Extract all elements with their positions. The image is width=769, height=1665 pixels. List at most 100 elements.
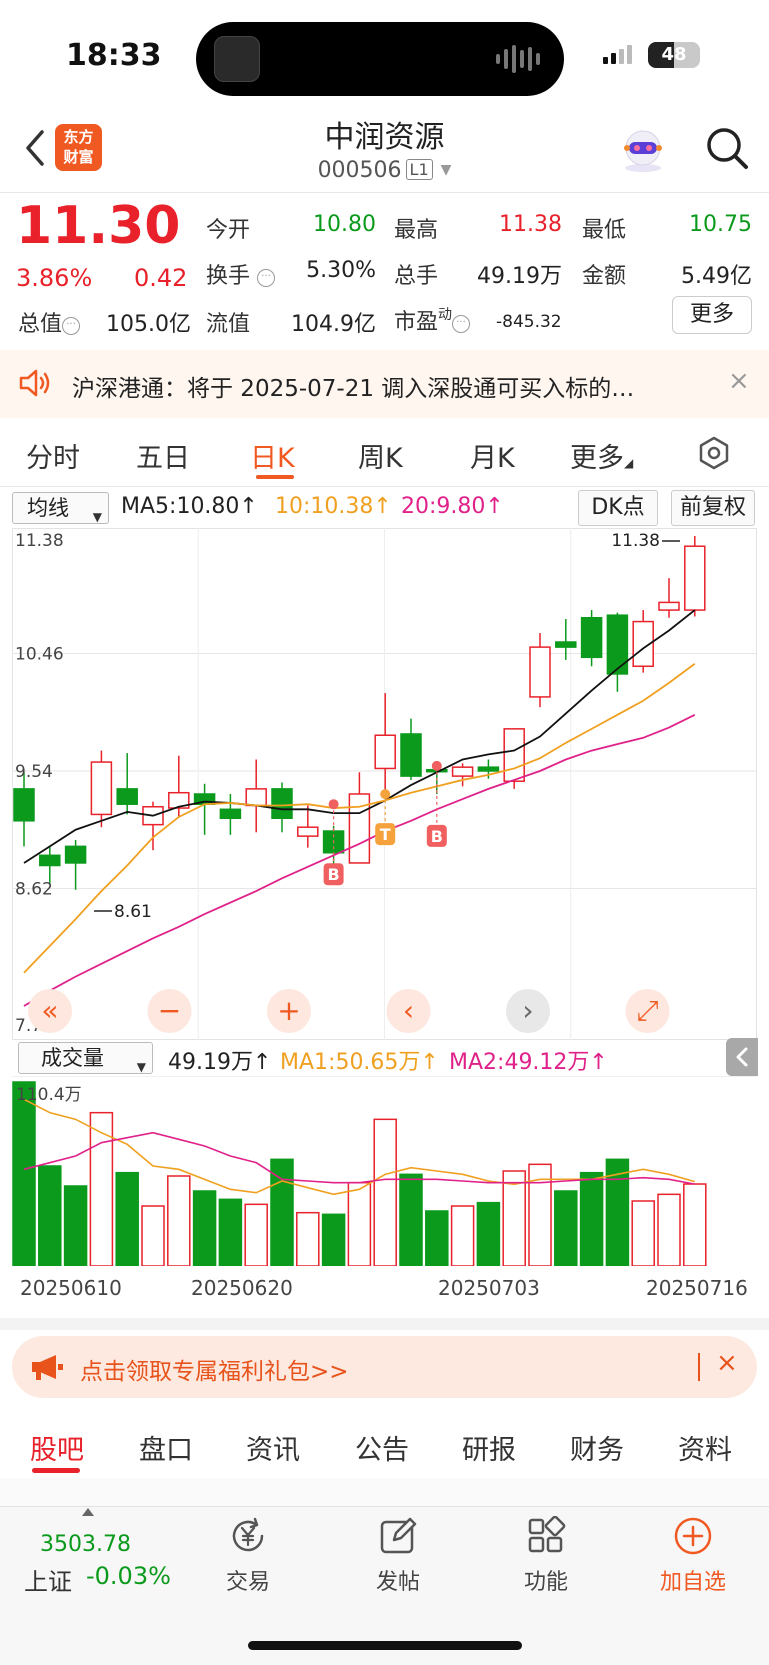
nav-add-watchlist[interactable]: 加自选 (638, 1516, 748, 1596)
media-thumbnail (214, 36, 260, 82)
candle (297, 826, 319, 837)
candle (684, 545, 706, 611)
content-peek (0, 1478, 769, 1506)
collapse-panel-button[interactable] (726, 1038, 758, 1076)
volume-bar (115, 1171, 139, 1266)
info-icon[interactable]: ··· (257, 269, 276, 287)
close-icon[interactable]: × (728, 366, 750, 396)
rewind-icon-glyph: « (41, 994, 58, 1027)
high-value: 11.38 (499, 212, 562, 237)
amount-label: 金额 (582, 264, 627, 289)
add-circle-icon (674, 1517, 712, 1555)
notice-text: 沪深港通：将于 2025-07-21 调入深股通可买入标的… (72, 376, 635, 402)
high-marker-label: 11.38 (611, 531, 660, 551)
tab-order-book[interactable]: 盘口 (139, 1428, 193, 1467)
ma5-label: MA5:10.80↑ (121, 494, 258, 519)
candle (529, 646, 551, 698)
high-label: 最高 (394, 218, 439, 243)
volume-chart[interactable]: 110.4万 (12, 1076, 757, 1266)
dk-point-button[interactable]: DK点 (578, 490, 658, 526)
low-marker-label: 8.61 (114, 902, 152, 922)
tab-weekly-k[interactable]: 周K (358, 436, 403, 475)
nav-trade[interactable]: 交易 (193, 1516, 303, 1596)
info-icon[interactable]: ··· (62, 317, 81, 335)
volume-ma1: MA1:50.65万↑ (280, 1050, 439, 1075)
nav-functions[interactable]: 功能 (491, 1516, 601, 1596)
signal-dot (431, 760, 442, 771)
volume-bar (192, 1190, 217, 1266)
candle (13, 788, 35, 822)
volume-bar (579, 1171, 604, 1266)
dynamic-island (196, 22, 564, 96)
info-icon[interactable]: ··· (452, 315, 471, 333)
date-label: 20250620 (191, 1276, 293, 1300)
index-name[interactable]: 上证 (24, 1562, 72, 1597)
candle (555, 641, 577, 648)
volume-current: 49.19万↑ (168, 1050, 272, 1075)
candle (219, 808, 242, 820)
more-quote-button[interactable]: 更多 (672, 296, 752, 334)
change-amount: 0.42 (134, 264, 188, 292)
next-icon-glyph: › (522, 994, 533, 1027)
notice-banner[interactable]: 沪深港通：将于 2025-07-21 调入深股通可买入标的… × (0, 350, 769, 418)
close-icon[interactable]: × (716, 1348, 738, 1378)
change-percent: 3.86% (16, 264, 93, 292)
tab-announcements[interactable]: 公告 (355, 1428, 409, 1467)
volume-value: 49.19万 (477, 264, 562, 289)
tab-intraday[interactable]: 分时 (26, 436, 80, 475)
volume-label: 总手 (394, 264, 439, 289)
search-icon[interactable] (705, 126, 749, 170)
amount-value: 5.49亿 (681, 264, 752, 289)
active-tab-indicator (256, 475, 294, 479)
adjustment-button[interactable]: 前复权 (671, 490, 755, 526)
edit-icon (380, 1517, 417, 1554)
candlestick-chart[interactable]: BTB 11.3810.469.548.627.7011.388.61 «−+‹… (12, 528, 757, 1040)
tab-news[interactable]: 资讯 (246, 1428, 300, 1467)
price-axis-label: 11.38 (15, 531, 64, 551)
indicator-select[interactable]: 均线 ▼ (12, 492, 109, 524)
nav-post[interactable]: 发帖 (343, 1516, 453, 1596)
date-label: 20250610 (20, 1276, 122, 1300)
signal-label: T (380, 825, 391, 844)
audio-wave-icon (496, 44, 542, 74)
volume-bar (167, 1175, 191, 1266)
volume-bar (373, 1118, 397, 1266)
ma10-label: 10:10.38↑ (275, 494, 392, 519)
fullscreen-icon-glyph: ⤢ (636, 994, 658, 1027)
open-label: 今开 (206, 218, 251, 243)
home-indicator (248, 1641, 522, 1650)
candle (477, 766, 500, 772)
candle (245, 788, 267, 807)
gear-icon[interactable] (697, 436, 731, 470)
signal-label: B (327, 865, 339, 884)
volume-indicator-select[interactable]: 成交量 ▼ (18, 1042, 153, 1074)
open-value: 10.80 (313, 212, 376, 237)
volume-bar (476, 1201, 501, 1266)
turnover-label: 换手 ··· (206, 258, 276, 290)
divider (0, 192, 769, 193)
tab-daily-k[interactable]: 日K (250, 436, 295, 475)
promo-banner[interactable]: 点击领取专属福利礼包>> × (12, 1336, 757, 1398)
volume-bar (270, 1158, 294, 1266)
volume-bar (502, 1170, 526, 1266)
tab-profile[interactable]: 资料 (678, 1428, 732, 1467)
index-value[interactable]: 3503.78 (40, 1532, 131, 1557)
caret-up-icon[interactable] (82, 1508, 94, 1516)
candle (90, 761, 113, 816)
tab-more[interactable]: 更多◢ (570, 436, 633, 475)
zoom-in-icon-glyph: + (277, 994, 300, 1027)
prev-icon-glyph: ‹ (403, 994, 414, 1027)
status-bar: 18:33 48 (0, 0, 769, 110)
candle (451, 766, 474, 777)
divider (0, 486, 769, 487)
cellular-signal-icon (603, 44, 632, 64)
tab-monthly-k[interactable]: 月K (470, 436, 515, 475)
tab-forum[interactable]: 股吧 (30, 1428, 84, 1467)
index-change[interactable]: -0.03% (86, 1562, 171, 1590)
tab-five-day[interactable]: 五日 (136, 436, 190, 475)
robot-assistant-icon[interactable] (618, 126, 668, 174)
tab-financials[interactable]: 财务 (570, 1428, 624, 1467)
megaphone-icon (32, 1355, 63, 1380)
clock: 18:33 (66, 38, 162, 73)
tab-research[interactable]: 研报 (462, 1428, 516, 1467)
